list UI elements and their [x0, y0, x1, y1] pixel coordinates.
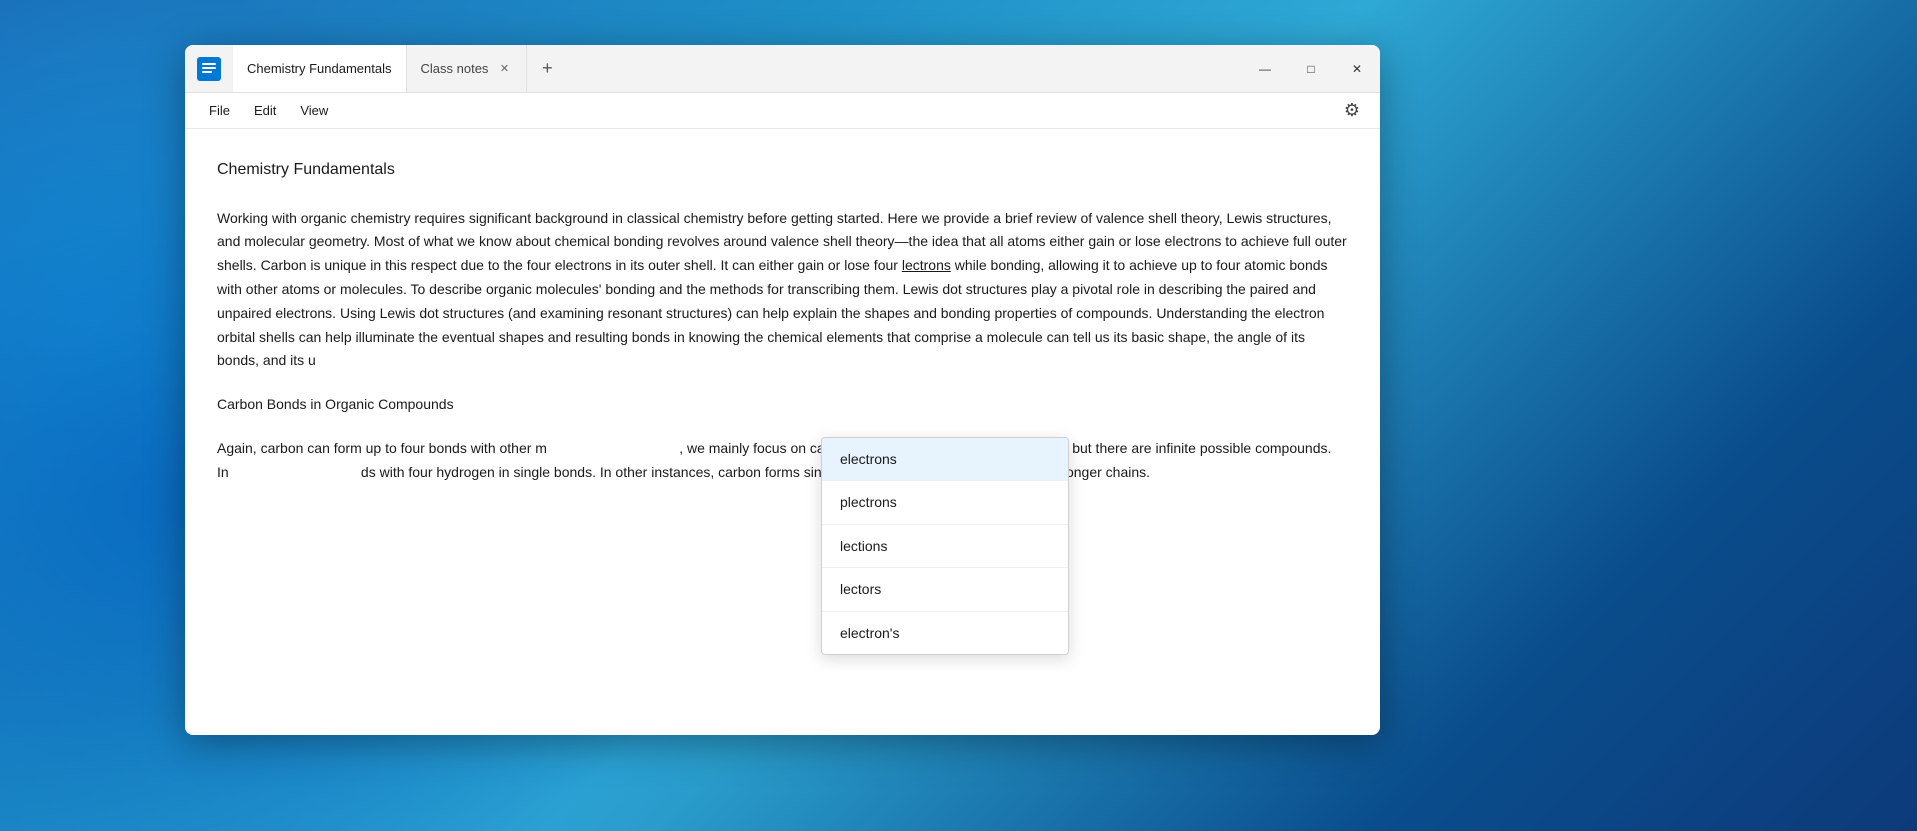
document-body[interactable]: Working with organic chemistry requires … — [217, 207, 1348, 485]
titlebar-icon — [185, 45, 233, 93]
menu-edit[interactable]: Edit — [242, 99, 288, 122]
tab-chemistry[interactable]: Chemistry Fundamentals — [233, 45, 407, 92]
settings-icon[interactable]: ⚙ — [1336, 95, 1368, 127]
document-content: Chemistry Fundamentals Working with orga… — [185, 129, 1380, 735]
menubar-right: ⚙ — [1336, 95, 1368, 127]
tab-chemistry-label: Chemistry Fundamentals — [247, 61, 392, 76]
autocomplete-item-0[interactable]: electrons — [822, 438, 1068, 481]
tab-class-notes-label: Class notes — [421, 61, 489, 76]
paragraph-1: Working with organic chemistry requires … — [217, 207, 1348, 374]
minimize-button[interactable]: — — [1242, 45, 1288, 93]
tab-close-icon[interactable]: ✕ — [496, 61, 512, 77]
new-tab-button[interactable]: + — [531, 53, 563, 85]
autocomplete-dropdown: electrons plectrons lections lectors ele… — [821, 437, 1069, 655]
app-window: Chemistry Fundamentals Class notes ✕ + —… — [185, 45, 1380, 735]
autocomplete-item-3[interactable]: lectors — [822, 568, 1068, 611]
autocomplete-item-1[interactable]: plectrons — [822, 481, 1068, 524]
document-title: Chemistry Fundamentals — [217, 157, 1348, 183]
titlebar: Chemistry Fundamentals Class notes ✕ + —… — [185, 45, 1380, 93]
tab-class-notes[interactable]: Class notes ✕ — [407, 45, 528, 92]
window-controls: — □ ✕ — [1242, 45, 1380, 92]
section-heading-carbon: Carbon Bonds in Organic Compounds — [217, 393, 1348, 417]
menubar: File Edit View ⚙ — [185, 93, 1380, 129]
menu-file[interactable]: File — [197, 99, 242, 122]
autocomplete-item-4[interactable]: electron's — [822, 612, 1068, 654]
menu-view[interactable]: View — [288, 99, 340, 122]
app-icon — [197, 57, 221, 81]
close-button[interactable]: ✕ — [1334, 45, 1380, 93]
underlined-word: lectrons — [902, 257, 951, 273]
autocomplete-item-2[interactable]: lections — [822, 525, 1068, 568]
tab-bar: Chemistry Fundamentals Class notes ✕ + — [233, 45, 1242, 92]
paragraph-2: Again, carbon can form up to four bonds … — [217, 437, 1348, 485]
maximize-button[interactable]: □ — [1288, 45, 1334, 93]
